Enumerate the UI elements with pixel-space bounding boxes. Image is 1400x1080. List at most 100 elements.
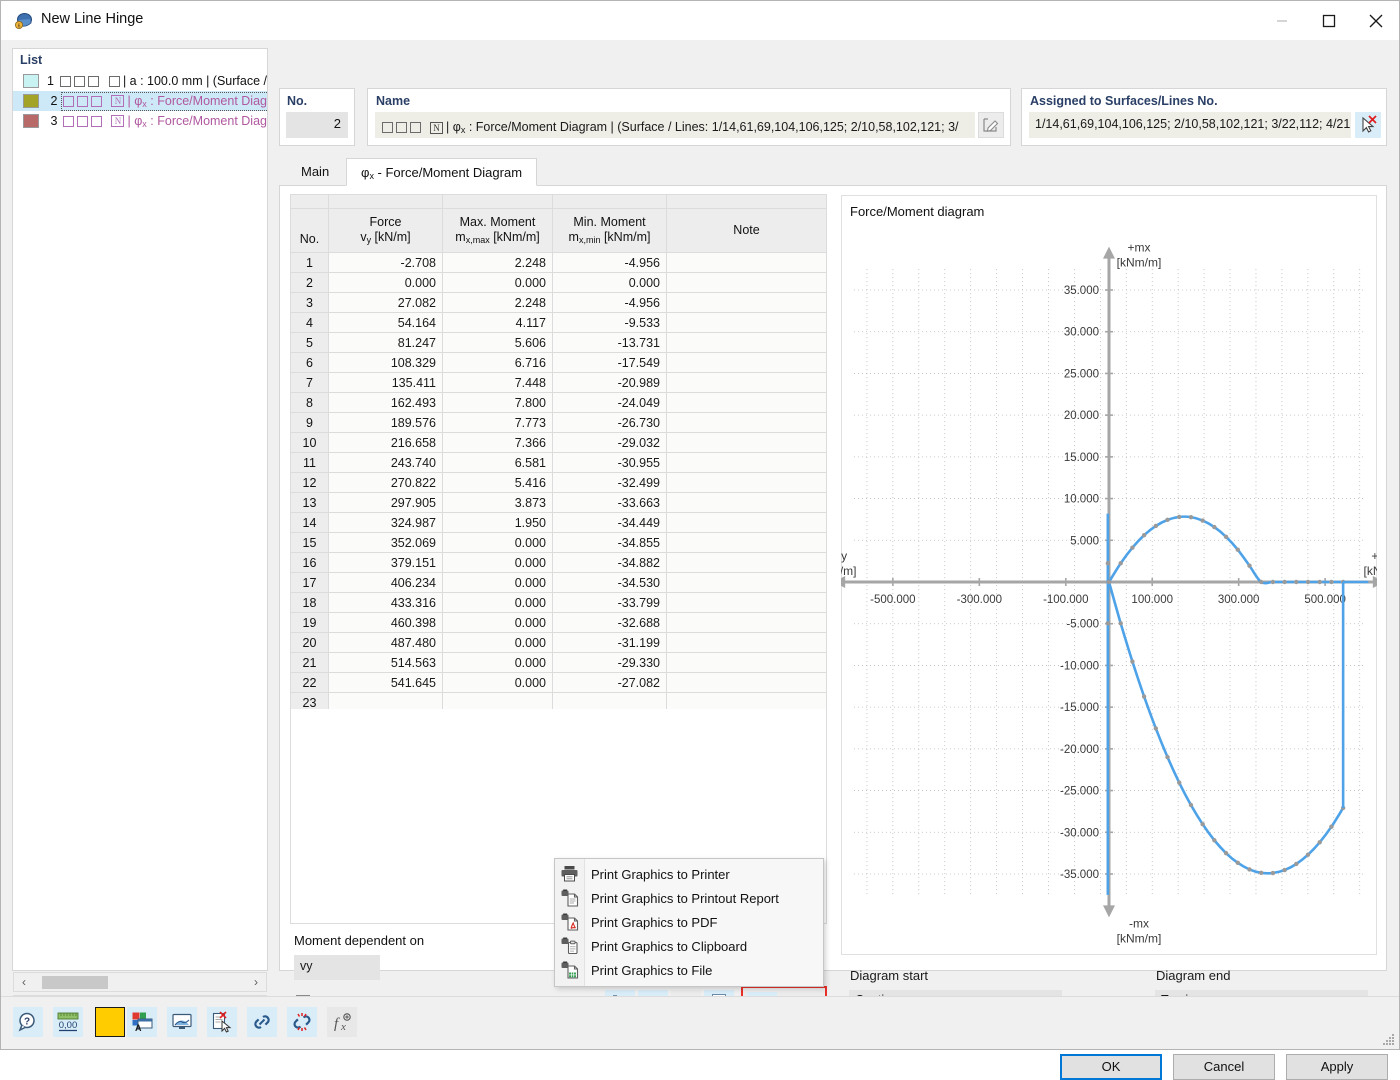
table-row[interactable]: 1 -2.708 2.248 -4.956: [290, 252, 827, 273]
cell-min-moment[interactable]: -32.499: [552, 472, 667, 493]
cancel-button[interactable]: Cancel: [1173, 1054, 1275, 1080]
cell-min-moment[interactable]: -34.530: [552, 572, 667, 593]
cell-max-moment[interactable]: 0.000: [442, 572, 553, 593]
table-row[interactable]: 15 352.069 0.000 -34.855: [290, 532, 827, 553]
cell-note[interactable]: [666, 472, 827, 493]
cell-max-moment[interactable]: 1.950: [442, 512, 553, 533]
cell-min-moment[interactable]: -20.989: [552, 372, 667, 393]
units-button[interactable]: 0,00: [53, 1007, 83, 1037]
table-row[interactable]: 21 514.563 0.000 -29.330: [290, 652, 827, 673]
cell-max-moment[interactable]: 7.366: [442, 432, 553, 453]
cell-note[interactable]: [666, 652, 827, 673]
cell-force[interactable]: 487.480: [328, 632, 443, 653]
cell-note[interactable]: [666, 412, 827, 433]
cell-max-moment[interactable]: 5.416: [442, 472, 553, 493]
cell-min-moment[interactable]: -30.955: [552, 452, 667, 473]
menu-item-print-to-printout-report[interactable]: Print Graphics to Printout Report: [555, 886, 823, 910]
cell-max-moment[interactable]: 0.000: [442, 552, 553, 573]
cell-note[interactable]: [666, 612, 827, 633]
cell-min-moment[interactable]: -32.688: [552, 612, 667, 633]
cell-note[interactable]: [666, 532, 827, 553]
link-button[interactable]: [247, 1007, 277, 1037]
ok-button[interactable]: OK: [1060, 1054, 1162, 1080]
table-row[interactable]: 9 189.576 7.773 -26.730: [290, 412, 827, 433]
cell-min-moment[interactable]: -26.730: [552, 412, 667, 433]
maximize-button[interactable]: [1306, 1, 1352, 40]
table-row[interactable]: 16 379.151 0.000 -34.882: [290, 552, 827, 573]
cell-min-moment[interactable]: -34.882: [552, 552, 667, 573]
color-button[interactable]: [95, 1007, 125, 1037]
cell-note[interactable]: [666, 432, 827, 453]
cell-min-moment[interactable]: -34.449: [552, 512, 667, 533]
cell-max-moment[interactable]: 6.581: [442, 452, 553, 473]
table-row[interactable]: 3 27.082 2.248 -4.956: [290, 292, 827, 313]
table-row[interactable]: 10 216.658 7.366 -29.032: [290, 432, 827, 453]
cell-note[interactable]: [666, 572, 827, 593]
cell-force[interactable]: 406.234: [328, 572, 443, 593]
cell-min-moment[interactable]: -4.956: [552, 292, 667, 313]
cell-min-moment[interactable]: -27.082: [552, 672, 667, 693]
cell-max-moment[interactable]: 0.000: [442, 592, 553, 613]
table-row[interactable]: 7 135.411 7.448 -20.989: [290, 372, 827, 393]
cell-min-moment[interactable]: -33.799: [552, 592, 667, 613]
menu-item-print-to-printer[interactable]: Print Graphics to Printer: [555, 862, 823, 886]
cell-min-moment[interactable]: -24.049: [552, 392, 667, 413]
cell-force[interactable]: 135.411: [328, 372, 443, 393]
table-row[interactable]: 6 108.329 6.716 -17.549: [290, 352, 827, 373]
cell-force[interactable]: -2.708: [328, 252, 443, 273]
cell-force[interactable]: 324.987: [328, 512, 443, 533]
cell-force[interactable]: 270.822: [328, 472, 443, 493]
cell-note[interactable]: [666, 352, 827, 373]
menu-item-print-to-pdf[interactable]: Print Graphics to PDF: [555, 910, 823, 934]
cell-max-moment[interactable]: 6.716: [442, 352, 553, 373]
cell-max-moment[interactable]: 0.000: [442, 652, 553, 673]
tab-force-moment-diagram[interactable]: φx - Force/Moment Diagram: [346, 158, 538, 186]
table-row[interactable]: 19 460.398 0.000 -32.688: [290, 612, 827, 633]
menu-item-print-to-clipboard[interactable]: Print Graphics to Clipboard: [555, 934, 823, 958]
cell-force[interactable]: 514.563: [328, 652, 443, 673]
cell-max-moment[interactable]: 7.800: [442, 392, 553, 413]
cell-min-moment[interactable]: -9.533: [552, 312, 667, 333]
cell-max-moment[interactable]: 0.000: [442, 632, 553, 653]
minimize-button[interactable]: [1259, 1, 1305, 40]
table-row[interactable]: 22 541.645 0.000 -27.082: [290, 672, 827, 693]
delete-object-button[interactable]: [207, 1007, 237, 1037]
cell-max-moment[interactable]: 0.000: [442, 672, 553, 693]
table-row[interactable]: 14 324.987 1.950 -34.449: [290, 512, 827, 533]
cell-min-moment[interactable]: -33.663: [552, 492, 667, 513]
apply-button[interactable]: Apply: [1286, 1054, 1388, 1080]
resize-grip[interactable]: [1383, 1034, 1395, 1046]
menu-item-print-to-file[interactable]: Print Graphics to File: [555, 958, 823, 982]
cell-force[interactable]: 216.658: [328, 432, 443, 453]
cell-min-moment[interactable]: -31.199: [552, 632, 667, 653]
cell-force[interactable]: 189.576: [328, 412, 443, 433]
cell-max-moment[interactable]: 3.873: [442, 492, 553, 513]
cell-max-moment[interactable]: 4.117: [442, 312, 553, 333]
pick-surfaces-button[interactable]: [1355, 112, 1381, 138]
cell-force[interactable]: 27.082: [328, 292, 443, 313]
cell-note[interactable]: [666, 252, 827, 273]
assigned-input[interactable]: 1/14,61,69,104,106,125; 2/10,58,102,121;…: [1029, 112, 1351, 138]
cell-min-moment[interactable]: -4.956: [552, 252, 667, 273]
cell-max-moment[interactable]: 0.000: [442, 532, 553, 553]
cell-note[interactable]: [666, 312, 827, 333]
cell-force[interactable]: 81.247: [328, 332, 443, 353]
table-row[interactable]: 17 406.234 0.000 -34.530: [290, 572, 827, 593]
cell-max-moment[interactable]: 2.248: [442, 292, 553, 313]
table-row[interactable]: 8 162.493 7.800 -24.049: [290, 392, 827, 413]
cell-note[interactable]: [666, 492, 827, 513]
list-horizontal-scrollbar[interactable]: ‹ ›: [13, 972, 267, 992]
view-button[interactable]: [167, 1007, 197, 1037]
formula-button[interactable]: f x: [327, 1007, 357, 1037]
edit-name-button[interactable]: [978, 112, 1004, 138]
table-row[interactable]: 12 270.822 5.416 -32.499: [290, 472, 827, 493]
cell-max-moment[interactable]: 7.773: [442, 412, 553, 433]
cell-force[interactable]: 108.329: [328, 352, 443, 373]
list-item[interactable]: 3 N | φx : Force/Moment Diag: [13, 111, 267, 131]
table-row[interactable]: 20 487.480 0.000 -31.199: [290, 632, 827, 653]
scroll-left-arrow-icon[interactable]: ‹: [15, 973, 33, 991]
tab-main[interactable]: Main: [287, 158, 343, 186]
cell-note[interactable]: [666, 332, 827, 353]
cell-force[interactable]: 0.000: [328, 272, 443, 293]
name-input[interactable]: N | φx : Force/Moment Diagram | (Surface…: [375, 112, 975, 138]
